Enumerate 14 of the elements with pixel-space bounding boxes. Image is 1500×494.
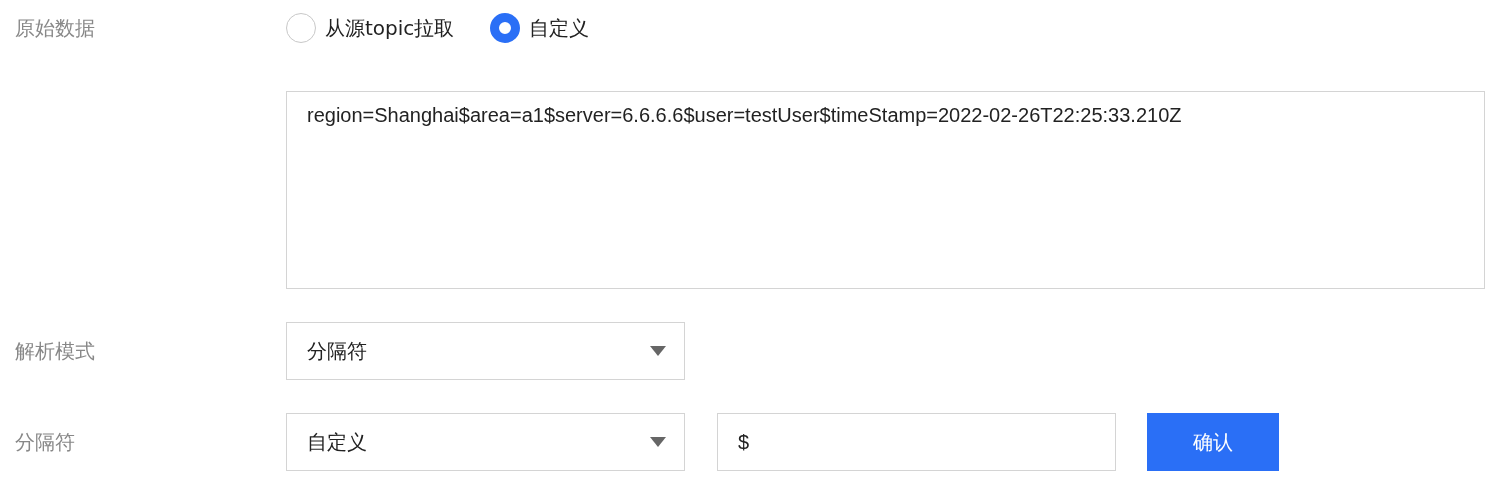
caret-icon — [650, 437, 666, 447]
field-label: 原始数据 — [15, 14, 96, 42]
radio-option[interactable]: 自定义 — [490, 13, 590, 43]
field-label: 解析模式 — [15, 337, 96, 365]
dropdown-select[interactable]: 自定义 — [286, 413, 685, 471]
input-field[interactable]: $ — [717, 413, 1116, 471]
radio-icon[interactable] — [286, 13, 316, 43]
text-area[interactable]: region=Shanghai$area=a1$server=6.6.6.6$user=testUser$timeStamp=2022-02-26T22:25:33.210Z — [286, 91, 1485, 289]
radio-option[interactable]: 从源topic拉取 — [286, 13, 455, 43]
caret-icon — [650, 346, 666, 356]
radio-icon[interactable] — [490, 13, 521, 43]
dropdown-select[interactable]: 分隔符 — [286, 322, 685, 380]
field-label: 分隔符 — [15, 428, 76, 456]
confirm-button[interactable]: 确认 — [1147, 413, 1279, 471]
